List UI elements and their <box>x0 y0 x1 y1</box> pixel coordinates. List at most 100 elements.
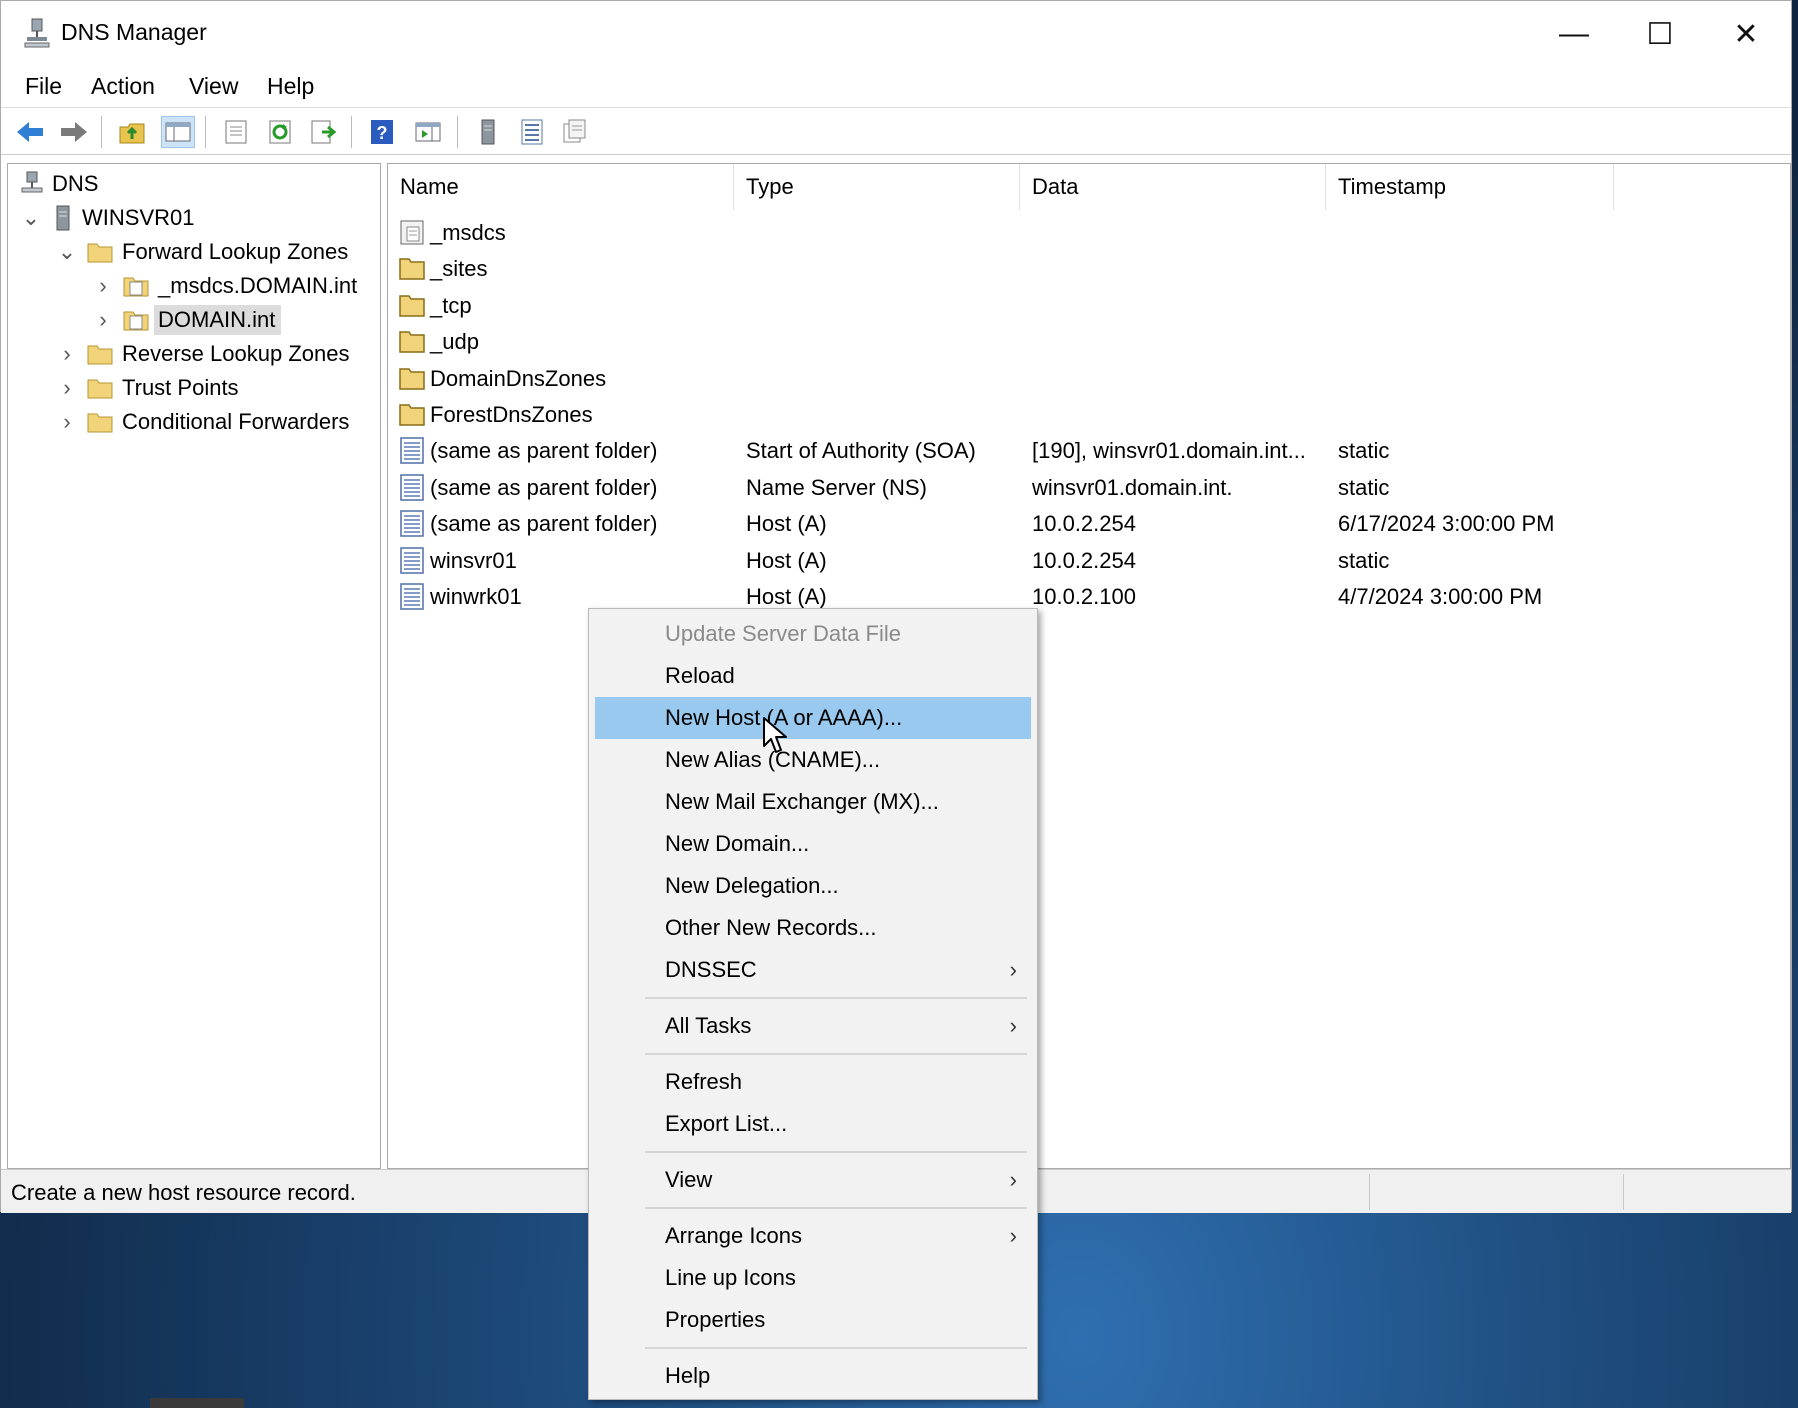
close-icon: ✕ <box>1733 17 1759 51</box>
zone-icon[interactable] <box>557 116 591 148</box>
folder-icon <box>87 345 113 365</box>
menu-file[interactable]: File <box>23 71 64 102</box>
cell-name: _tcp <box>430 292 472 318</box>
forward-icon[interactable] <box>57 116 91 148</box>
folder-icon <box>398 364 426 392</box>
cell-name: _sites <box>430 256 488 282</box>
cell-name: ForestDnsZones <box>430 402 593 427</box>
properties-icon[interactable] <box>219 116 253 148</box>
tree-item-reverse-lookup-zones[interactable]: › Reverse Lookup Zones <box>56 338 355 370</box>
tree-label-msdcs-zone: _msdcs.DOMAIN.int <box>158 273 358 298</box>
menu-item-other-new-records[interactable]: Other New Records... <box>595 907 1031 949</box>
show-hide-tree-icon[interactable] <box>161 116 195 148</box>
menu-view[interactable]: View <box>187 71 240 102</box>
taskbar-item[interactable] <box>150 1398 244 1408</box>
chevron-right-icon[interactable]: › <box>56 375 78 400</box>
chevron-right-icon[interactable]: › <box>92 307 114 332</box>
table-row[interactable]: DomainDnsZones <box>388 360 1788 396</box>
table-row[interactable]: _sites <box>388 250 1788 286</box>
refresh-icon[interactable] <box>263 116 297 148</box>
menu-item-dnssec[interactable]: DNSSEC › <box>595 949 1031 991</box>
export-list-icon[interactable] <box>307 116 341 148</box>
tree-item-dns[interactable]: DNS <box>20 168 104 200</box>
menu-item-new-domain[interactable]: New Domain... <box>595 823 1031 865</box>
cell-timestamp: static <box>1338 547 1390 573</box>
tree-item-msdcs-zone[interactable]: › _msdcs.DOMAIN.int <box>92 270 363 302</box>
table-row[interactable]: _udp <box>388 323 1788 359</box>
folder-icon <box>87 413 113 433</box>
help-icon[interactable]: ? <box>365 116 399 148</box>
close-button[interactable]: ✕ <box>1703 1 1789 67</box>
menu-action[interactable]: Action <box>89 71 157 102</box>
tree-label-forward: Forward Lookup Zones <box>122 239 349 264</box>
menu-item-export-list[interactable]: Export List... <box>595 1103 1031 1145</box>
tree-label-winsvr01: WINSVR01 <box>82 205 195 230</box>
tree-label-trust: Trust Points <box>122 375 239 400</box>
submenu-arrow-icon: › <box>1009 1013 1017 1038</box>
delegated-folder-icon <box>398 218 426 246</box>
chevron-down-icon[interactable]: ⌄ <box>56 239 78 264</box>
table-row[interactable]: (same as parent folder) Host (A) 10.0.2.25… <box>388 505 1788 541</box>
menu-item-reload[interactable]: Reload <box>595 655 1031 697</box>
minimize-button[interactable]: — <box>1531 1 1617 67</box>
chevron-right-icon[interactable]: › <box>92 273 114 298</box>
menu-item-help[interactable]: Help <box>595 1355 1031 1397</box>
toolbar: ? <box>1 107 1791 155</box>
menu-item-new-mail-exchanger[interactable]: New Mail Exchanger (MX)... <box>595 781 1031 823</box>
console-tree: DNS ⌄ WINSVR01 ⌄ Forward Lookup Zones › … <box>7 163 381 1169</box>
tree-item-conditional-forwarders[interactable]: › Conditional Forwarders <box>56 406 355 438</box>
menu-item-all-tasks[interactable]: All Tasks › <box>595 1005 1031 1047</box>
column-header-name[interactable]: Name <box>388 164 734 210</box>
zone-icon <box>123 311 149 331</box>
column-header-timestamp[interactable]: Timestamp <box>1326 164 1614 210</box>
menu-item-arrange-icons[interactable]: Arrange Icons › <box>595 1215 1031 1257</box>
record-icon <box>398 582 426 610</box>
cell-timestamp: static <box>1338 474 1390 500</box>
back-icon[interactable] <box>13 116 47 148</box>
cell-timestamp: 6/17/2024 3:00:00 PM <box>1338 511 1555 537</box>
menu-item-refresh[interactable]: Refresh <box>595 1061 1031 1103</box>
menu-item-line-up-icons[interactable]: Line up Icons <box>595 1257 1031 1299</box>
table-row[interactable]: _msdcs <box>388 214 1788 250</box>
menu-item-new-alias[interactable]: New Alias (CNAME)... <box>595 739 1031 781</box>
chevron-right-icon[interactable]: › <box>56 341 78 366</box>
dns-icon <box>21 171 43 193</box>
cell-name: _msdcs <box>430 220 506 245</box>
up-folder-icon[interactable] <box>115 116 149 148</box>
cell-name: _udp <box>430 329 479 355</box>
table-row[interactable]: (same as parent folder) Start of Authorit… <box>388 432 1788 468</box>
maximize-button[interactable]: ☐ <box>1617 1 1703 67</box>
record-icon <box>398 436 426 465</box>
cell-type: Host (A) <box>746 547 827 573</box>
cell-data: 10.0.2.254 <box>1032 547 1136 573</box>
server-icon[interactable] <box>471 116 505 148</box>
table-row[interactable]: (same as parent folder) Name Server (NS) w… <box>388 469 1788 505</box>
table-row[interactable]: ForestDnsZones <box>388 396 1788 432</box>
chevron-down-icon[interactable]: ⌄ <box>20 205 42 230</box>
menu-item-new-delegation[interactable]: New Delegation... <box>595 865 1031 907</box>
title-bar: DNS Manager — ☐ ✕ <box>1 1 1791 67</box>
submenu-arrow-icon: › <box>1009 1167 1017 1192</box>
tree-item-domain-zone[interactable]: › DOMAIN.int <box>92 304 282 336</box>
maximize-icon: ☐ <box>1646 17 1674 51</box>
cell-data: winsvr01.domain.int. <box>1032 474 1233 500</box>
chevron-right-icon[interactable]: › <box>56 409 78 434</box>
folder-icon <box>87 379 113 399</box>
menu-help[interactable]: Help <box>265 71 316 102</box>
tree-item-winsvr01[interactable]: ⌄ WINSVR01 <box>20 202 200 234</box>
tree-item-forward-lookup-zones[interactable]: ⌄ Forward Lookup Zones <box>56 236 354 268</box>
column-header-type[interactable]: Type <box>734 164 1020 210</box>
column-header-data[interactable]: Data <box>1020 164 1326 210</box>
menu-item-properties[interactable]: Properties <box>595 1299 1031 1341</box>
cell-data: [190], winsvr01.domain.int... <box>1032 438 1306 464</box>
menu-item-view[interactable]: View › <box>595 1159 1031 1201</box>
record-icon <box>398 473 426 501</box>
show-hide-action-pane-icon[interactable] <box>411 116 445 148</box>
tree-item-trust-points[interactable]: › Trust Points <box>56 372 245 404</box>
table-row[interactable]: winsvr01 Host (A) 10.0.2.254 static <box>388 542 1788 578</box>
menu-item-new-host[interactable]: New Host (A or AAAA)... <box>595 697 1031 739</box>
tree-label-reverse: Reverse Lookup Zones <box>122 341 350 366</box>
records-list-icon[interactable] <box>515 116 549 148</box>
cell-name: (same as parent folder) <box>430 438 658 464</box>
table-row[interactable]: _tcp <box>388 287 1788 323</box>
